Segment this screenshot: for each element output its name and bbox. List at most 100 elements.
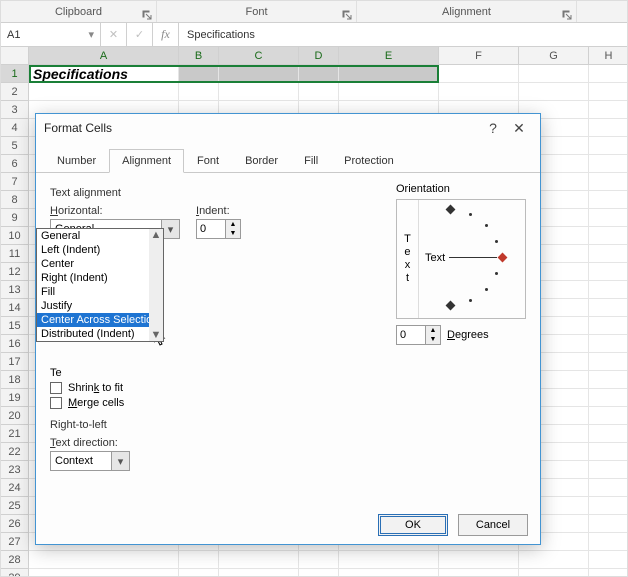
cell[interactable] [299, 551, 339, 569]
horizontal-dropdown-list[interactable]: ▲ ▼ GeneralLeft (Indent)CenterRight (Ind… [36, 228, 164, 342]
column-header[interactable]: E [339, 47, 439, 65]
cell[interactable] [439, 551, 519, 569]
cell[interactable] [589, 101, 628, 119]
tab-protection[interactable]: Protection [331, 149, 407, 173]
cell[interactable] [589, 443, 628, 461]
spinner-up-icon[interactable]: ▲ [426, 326, 440, 335]
row-header[interactable]: 3 [1, 101, 29, 119]
cell[interactable] [219, 65, 299, 83]
dropdown-option[interactable]: General [37, 229, 163, 243]
dropdown-option[interactable]: Distributed (Indent) [37, 327, 163, 341]
cell[interactable] [299, 83, 339, 101]
row-header[interactable]: 10 [1, 227, 29, 245]
spinner-down-icon[interactable]: ▼ [426, 335, 440, 344]
cell[interactable] [339, 65, 439, 83]
cell[interactable] [439, 65, 519, 83]
chevron-down-icon[interactable]: ▾ [88, 28, 94, 41]
cell[interactable] [589, 407, 628, 425]
dropdown-option[interactable]: Left (Indent) [37, 243, 163, 257]
tab-font[interactable]: Font [184, 149, 232, 173]
cell[interactable] [589, 551, 628, 569]
cell[interactable] [439, 83, 519, 101]
formula-bar[interactable]: Specifications [179, 23, 627, 46]
dialog-launcher-icon[interactable] [142, 10, 152, 20]
row-header[interactable]: 8 [1, 191, 29, 209]
cell[interactable] [589, 389, 628, 407]
cell[interactable] [339, 551, 439, 569]
row-header[interactable]: 11 [1, 245, 29, 263]
dialog-launcher-icon[interactable] [342, 10, 352, 20]
cell[interactable] [219, 83, 299, 101]
cell[interactable] [29, 83, 179, 101]
scroll-down-icon[interactable]: ▼ [151, 329, 162, 341]
cell[interactable] [179, 65, 219, 83]
row-header[interactable]: 15 [1, 317, 29, 335]
column-header[interactable]: D [299, 47, 339, 65]
cell[interactable] [589, 497, 628, 515]
indent-value[interactable] [196, 219, 226, 239]
row-header[interactable]: 21 [1, 425, 29, 443]
degrees-value[interactable] [396, 325, 426, 345]
shrink-to-fit-checkbox[interactable]: Shrink to fit [50, 382, 526, 394]
cell[interactable] [29, 551, 179, 569]
dropdown-option[interactable]: Center Across Selection [37, 313, 163, 327]
dropdown-option[interactable]: Center [37, 257, 163, 271]
row-header[interactable]: 9 [1, 209, 29, 227]
merge-cells-checkbox[interactable]: Merge cells [50, 397, 526, 409]
row-header[interactable]: 22 [1, 443, 29, 461]
cell[interactable] [589, 335, 628, 353]
text-direction-combo[interactable]: Context ▾ [50, 451, 130, 471]
row-header[interactable]: 13 [1, 281, 29, 299]
cell[interactable] [439, 569, 519, 577]
cell[interactable] [589, 83, 628, 101]
degrees-spinner[interactable]: ▲ ▼ [396, 325, 441, 345]
column-header[interactable]: A [29, 47, 179, 65]
cell[interactable] [519, 569, 589, 577]
row-header[interactable]: 29 [1, 569, 29, 577]
cell[interactable] [589, 281, 628, 299]
scroll-up-icon[interactable]: ▲ [151, 229, 162, 241]
cell[interactable]: Specifications [29, 65, 179, 83]
row-header[interactable]: 19 [1, 389, 29, 407]
cell[interactable] [219, 569, 299, 577]
row-header[interactable]: 5 [1, 137, 29, 155]
row-header[interactable]: 14 [1, 299, 29, 317]
dialog-launcher-icon[interactable] [562, 10, 572, 20]
column-header[interactable]: C [219, 47, 299, 65]
column-header[interactable]: F [439, 47, 519, 65]
cell[interactable] [589, 65, 628, 83]
cell[interactable] [589, 569, 628, 577]
column-header[interactable]: G [519, 47, 589, 65]
cancel-button[interactable]: Cancel [458, 514, 528, 536]
dropdown-option[interactable]: Fill [37, 285, 163, 299]
cell[interactable] [519, 83, 589, 101]
cell[interactable] [589, 137, 628, 155]
insert-function-button[interactable]: fx [153, 23, 179, 46]
cell[interactable] [589, 317, 628, 335]
cell[interactable] [179, 83, 219, 101]
cell[interactable] [179, 551, 219, 569]
cell[interactable] [589, 245, 628, 263]
dropdown-option[interactable]: Justify [37, 299, 163, 313]
cell[interactable] [589, 173, 628, 191]
cell[interactable] [299, 65, 339, 83]
row-header[interactable]: 23 [1, 461, 29, 479]
cell[interactable] [589, 515, 628, 533]
cell[interactable] [589, 371, 628, 389]
chevron-down-icon[interactable]: ▾ [111, 452, 129, 470]
cell[interactable] [219, 551, 299, 569]
row-header[interactable]: 27 [1, 533, 29, 551]
cell[interactable] [179, 569, 219, 577]
row-header[interactable]: 7 [1, 173, 29, 191]
name-box[interactable]: A1 ▾ [1, 23, 101, 46]
row-header[interactable]: 4 [1, 119, 29, 137]
cell[interactable] [339, 83, 439, 101]
tab-border[interactable]: Border [232, 149, 291, 173]
cell[interactable] [589, 209, 628, 227]
cell[interactable] [589, 533, 628, 551]
column-header[interactable]: H [589, 47, 628, 65]
row-header[interactable]: 16 [1, 335, 29, 353]
row-header[interactable]: 2 [1, 83, 29, 101]
cell[interactable] [299, 569, 339, 577]
cell[interactable] [29, 569, 179, 577]
